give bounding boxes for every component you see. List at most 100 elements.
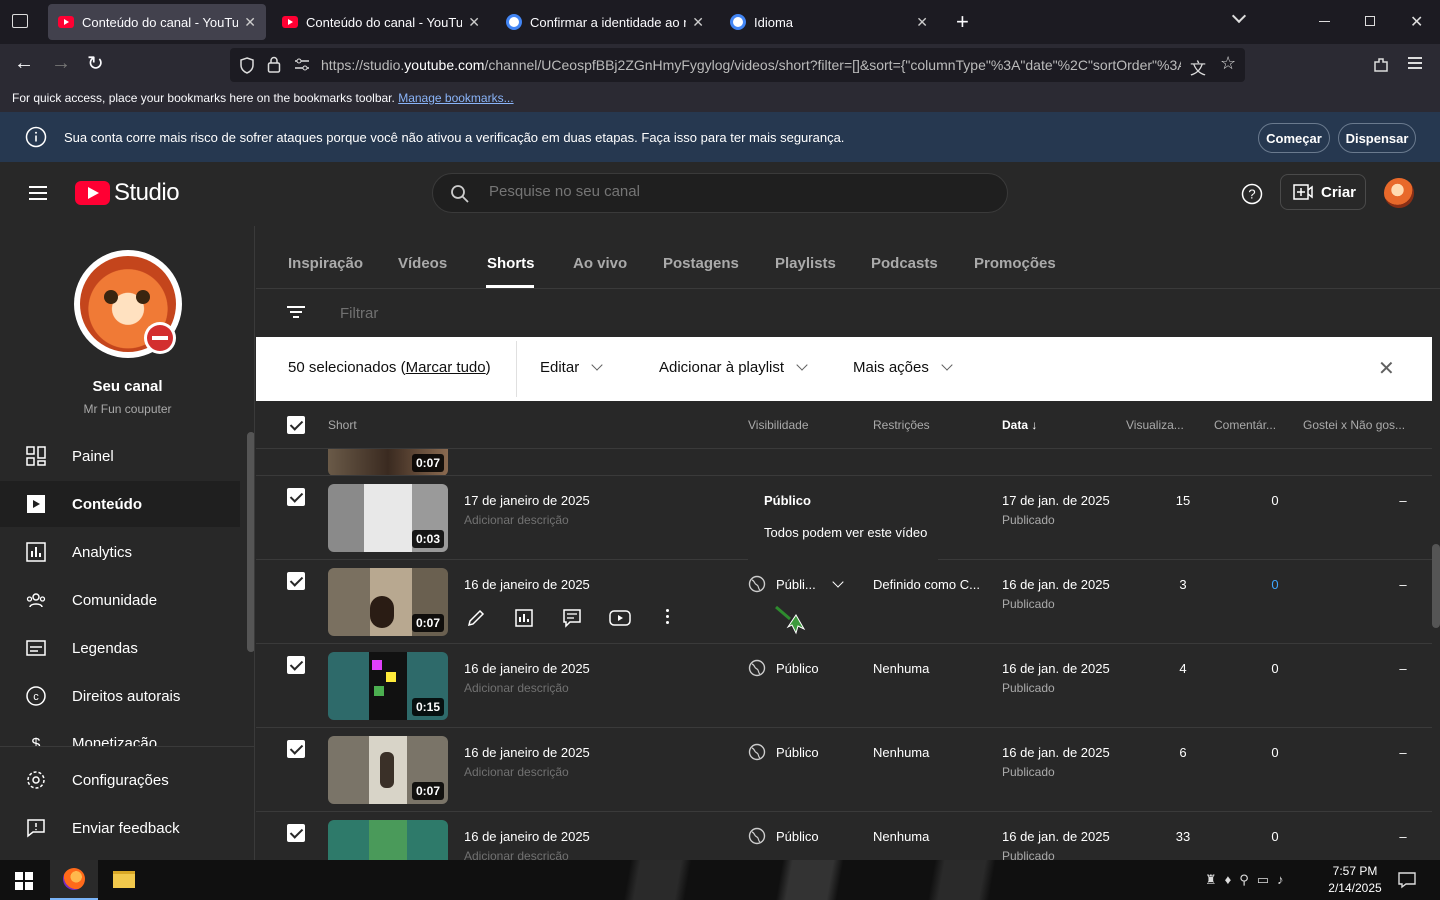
youtube-play-icon[interactable] — [609, 608, 631, 628]
visibility-value[interactable]: Público — [748, 743, 819, 761]
comment-count[interactable]: 0 — [1255, 577, 1295, 592]
search-input[interactable] — [489, 183, 969, 200]
video-description[interactable]: Adicionar descrição — [464, 849, 569, 860]
select-all-link[interactable]: Marcar tudo — [406, 359, 486, 376]
firefox-taskbar-item[interactable] — [50, 860, 98, 900]
video-thumbnail[interactable]: 0:07 — [328, 568, 448, 636]
notifications-icon[interactable] — [1398, 871, 1416, 889]
back-icon[interactable]: ← — [14, 52, 34, 75]
tab-overview-icon[interactable] — [12, 14, 28, 28]
video-thumbnail[interactable]: 0:15 — [328, 652, 448, 720]
analytics-icon[interactable] — [514, 608, 534, 628]
minimize-icon[interactable] — [1319, 21, 1330, 22]
account-avatar[interactable] — [1384, 178, 1414, 208]
close-icon[interactable]: ✕ — [692, 14, 704, 31]
row-checkbox[interactable] — [287, 488, 305, 506]
close-icon[interactable]: ✕ — [244, 14, 256, 31]
col-likes[interactable]: Gostei x Não gos... — [1303, 418, 1405, 432]
permissions-icon[interactable] — [294, 58, 310, 72]
new-tab-icon[interactable]: + — [956, 9, 969, 35]
more-actions-dropdown[interactable]: Mais ações — [853, 359, 953, 376]
close-icon[interactable]: ✕ — [916, 14, 928, 31]
video-title[interactable]: 16 de janeiro de 2025 — [464, 577, 590, 592]
browser-tab-1[interactable]: Conteúdo do canal - YouTube S ✕ — [48, 4, 266, 40]
tray-icons[interactable]: ♜♦⚲▭♪ — [1205, 872, 1292, 888]
browser-tab-3[interactable]: Confirmar a identidade ao realiz ✕ — [496, 4, 714, 40]
table-row[interactable]: 0:07 16 de janeiro de 2025 Públi... Defi… — [256, 560, 1432, 644]
video-description[interactable]: Adicionar descrição — [464, 513, 569, 527]
video-title[interactable]: 16 de janeiro de 2025 — [464, 829, 590, 844]
filter-icon[interactable] — [287, 306, 305, 319]
main-scrollbar[interactable] — [1432, 544, 1440, 628]
manage-bookmarks-link[interactable]: Manage bookmarks... — [398, 91, 513, 105]
menu-icon[interactable] — [1408, 57, 1422, 69]
table-row[interactable]: 0:07 — [256, 449, 1432, 476]
row-checkbox[interactable] — [287, 572, 305, 590]
tab-videos[interactable]: Vídeos — [398, 255, 447, 272]
more-options-icon[interactable] — [666, 609, 670, 624]
sidebar-item-direitos-autorais[interactable]: c Direitos autorais — [0, 673, 240, 719]
restrictions-value[interactable]: Definido como C... — [873, 577, 980, 592]
row-checkbox[interactable] — [287, 740, 305, 758]
add-playlist-dropdown[interactable]: Adicionar à playlist — [659, 359, 808, 376]
bookmark-star-icon[interactable]: ☆ — [1220, 53, 1236, 74]
sidebar-item-conteudo[interactable]: Conteúdo — [0, 481, 240, 527]
close-selection-icon[interactable]: ✕ — [1378, 356, 1395, 381]
create-button[interactable]: Criar — [1280, 174, 1366, 210]
extensions-icon[interactable] — [1372, 56, 1390, 74]
table-row[interactable]: 16 de janeiro de 2025 Adicionar descriçã… — [256, 812, 1432, 860]
file-explorer-taskbar-item[interactable] — [100, 860, 148, 900]
clock-date[interactable]: 2/14/2025 — [1324, 881, 1386, 895]
video-title[interactable]: 16 de janeiro de 2025 — [464, 661, 590, 676]
sidebar-item-legendas[interactable]: Legendas — [0, 625, 240, 671]
tab-inspiracao[interactable]: Inspiração — [288, 255, 363, 272]
forward-icon[interactable]: → — [51, 52, 71, 75]
tab-promocoes[interactable]: Promoções — [974, 255, 1056, 272]
comments-icon[interactable] — [562, 608, 582, 628]
url-text[interactable]: https://studio.youtube.com/channel/UCeos… — [321, 57, 1181, 73]
video-description[interactable]: Adicionar descrição — [464, 681, 569, 695]
visibility-value[interactable]: Público — [748, 827, 819, 845]
translate-icon[interactable]: 文 — [1190, 55, 1206, 79]
windows-start-icon[interactable] — [15, 872, 33, 890]
video-title[interactable]: 17 de janeiro de 2025 — [464, 493, 590, 508]
col-comments[interactable]: Comentár... — [1214, 418, 1276, 432]
lock-icon[interactable] — [267, 56, 281, 73]
feedback-item[interactable]: Enviar feedback — [0, 805, 240, 851]
settings-item[interactable]: Configurações — [0, 757, 240, 803]
clock-time[interactable]: 7:57 PM — [1330, 864, 1380, 878]
shield-icon[interactable] — [239, 57, 255, 74]
sidebar-item-painel[interactable]: Painel — [0, 433, 240, 479]
reload-icon[interactable]: ↻ — [87, 51, 104, 76]
col-date[interactable]: Data ↓ — [1002, 418, 1037, 432]
tab-playlists[interactable]: Playlists — [775, 255, 836, 272]
table-row[interactable]: 0:15 16 de janeiro de 2025 Adicionar des… — [256, 644, 1432, 728]
row-checkbox[interactable] — [287, 824, 305, 842]
restore-icon[interactable] — [1365, 16, 1375, 26]
table-row[interactable]: 0:07 16 de janeiro de 2025 Adicionar des… — [256, 728, 1432, 812]
close-window-icon[interactable]: ✕ — [1410, 12, 1423, 32]
filter-input[interactable]: Filtrar — [340, 305, 378, 322]
sidebar-item-comunidade[interactable]: Comunidade — [0, 577, 240, 623]
sidebar-item-analytics[interactable]: Analytics — [0, 529, 240, 575]
browser-tab-4[interactable]: Idioma ✕ — [720, 4, 938, 40]
video-title[interactable]: 16 de janeiro de 2025 — [464, 745, 590, 760]
edit-pencil-icon[interactable] — [466, 608, 486, 628]
visibility-value[interactable]: Público — [748, 659, 819, 677]
tab-shorts[interactable]: Shorts — [487, 255, 535, 272]
video-description[interactable]: Adicionar descrição — [464, 765, 569, 779]
video-thumbnail[interactable]: 0:07 — [328, 449, 448, 475]
tab-ao-vivo[interactable]: Ao vivo — [573, 255, 627, 272]
tab-podcasts[interactable]: Podcasts — [871, 255, 938, 272]
list-tabs-icon[interactable] — [1231, 8, 1247, 24]
row-checkbox[interactable] — [287, 656, 305, 674]
tab-postagens[interactable]: Postagens — [663, 255, 739, 272]
url-bar[interactable]: https://studio.youtube.com/channel/UCeos… — [230, 48, 1245, 82]
video-thumbnail[interactable]: 0:03 — [328, 484, 448, 552]
edit-dropdown[interactable]: Editar — [540, 359, 603, 376]
channel-search[interactable] — [432, 173, 1008, 213]
video-thumbnail[interactable]: 0:07 — [328, 736, 448, 804]
select-all-checkbox[interactable] — [287, 416, 305, 434]
dismiss-button[interactable]: Dispensar — [1338, 123, 1416, 153]
hamburger-menu-icon[interactable] — [29, 186, 47, 200]
